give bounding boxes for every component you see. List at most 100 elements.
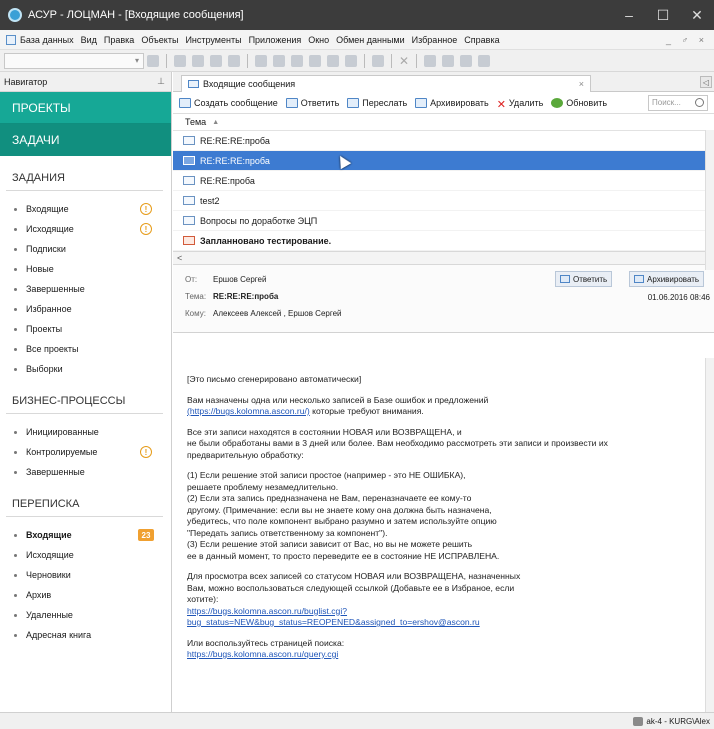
navigator-title: Навигатор — [4, 76, 48, 87]
create-message-button[interactable]: Создать сообщение — [179, 97, 278, 108]
tool-icon[interactable] — [424, 54, 437, 67]
message-row[interactable]: Вопросы по доработке ЭЦП — [173, 211, 714, 231]
envelope-icon — [183, 216, 195, 225]
nav-item-completed[interactable]: Завершенные — [0, 279, 171, 299]
nav-item-label: Входящие — [26, 204, 69, 214]
action-label: Переслать — [362, 97, 408, 108]
pin-icon[interactable]: ⊥ — [157, 76, 165, 87]
menu-item[interactable]: Вид — [81, 35, 97, 45]
menu-item[interactable]: Справка — [464, 35, 499, 45]
minimize-button[interactable]: – — [612, 0, 646, 30]
scroll-left-icon[interactable]: < — [177, 253, 182, 263]
nav-item-inbox[interactable]: Входящие 23 — [0, 525, 171, 545]
from-label: От: — [185, 275, 198, 284]
nav-item-deleted[interactable]: Удаленные — [0, 605, 171, 625]
menu-item[interactable]: База данных — [20, 35, 74, 45]
tool-icon[interactable] — [291, 54, 303, 67]
tool-icon[interactable] — [174, 54, 186, 67]
query-link[interactable]: https://bugs.kolomna.ascon.ru/query.cgi — [187, 649, 338, 659]
to-line: Кому: Алексеев Алексей , Ершов Сергей — [185, 305, 708, 322]
tool-icon[interactable] — [192, 54, 204, 67]
nav-item-all-projects[interactable]: Все проекты — [0, 339, 171, 359]
reply-button[interactable]: Ответить — [285, 97, 340, 108]
menu-item[interactable]: Избранное — [412, 35, 458, 45]
nav-item-controlled[interactable]: Контролируемые! — [0, 442, 171, 462]
close-tab-icon[interactable]: × — [579, 79, 584, 89]
forward-button[interactable]: Переслать — [347, 97, 408, 108]
header-reply-button[interactable]: Ответить — [555, 271, 613, 287]
maximize-button[interactable]: ☐ — [646, 0, 680, 30]
navigator-panel: Навигатор ⊥ ПРОЕКТЫ ЗАДАЧИ ЗАДАНИЯ Входя… — [0, 72, 172, 712]
buglist-link-params[interactable]: bug_status=NEW&bug_status=REOPENED&assig… — [187, 617, 480, 627]
grid-icon[interactable] — [147, 54, 159, 67]
delete-button[interactable]: ✕ Удалить — [497, 98, 544, 111]
buglist-link[interactable]: https://bugs.kolomna.ascon.ru/buglist.cg… — [187, 606, 347, 616]
search-input[interactable]: Поиск... — [648, 94, 708, 111]
nav-item-archive[interactable]: Архив — [0, 585, 171, 605]
cancel-icon[interactable]: ✕ — [399, 54, 409, 68]
nav-item-incoming[interactable]: Входящие! — [0, 199, 171, 219]
menu-item[interactable]: Приложения — [249, 35, 302, 45]
nav-item-bp-completed[interactable]: Завершенные — [0, 462, 171, 482]
action-label: Создать сообщение — [194, 97, 278, 108]
user-icon — [633, 716, 644, 726]
navigator-header: Навигатор ⊥ — [0, 72, 171, 92]
nav-item-address-book[interactable]: Адресная книга — [0, 625, 171, 645]
action-label: Ответить — [300, 97, 340, 108]
list-vertical-scrollbar[interactable] — [705, 130, 714, 270]
tasks-tile[interactable]: ЗАДАЧИ — [0, 124, 171, 156]
to-label: Кому: — [185, 309, 206, 318]
tool-icon[interactable] — [309, 54, 321, 67]
menu-item[interactable]: Инструменты — [185, 35, 241, 45]
nav-item-initiated[interactable]: Инициированные — [0, 422, 171, 442]
body-vertical-scrollbar[interactable] — [705, 358, 714, 712]
tool-icon[interactable] — [210, 54, 222, 67]
close-button[interactable]: ✕ — [680, 0, 714, 30]
header-archive-button[interactable]: Архивировать — [629, 271, 705, 287]
message-row[interactable]: test2 — [173, 191, 714, 211]
warning-icon: ! — [140, 203, 152, 215]
mdi-controls[interactable]: _ ♂ × — [666, 35, 708, 45]
body-paragraph: Для просмотра всех записей со статусом Н… — [187, 571, 521, 604]
nav-item-favorites[interactable]: Избранное — [0, 299, 171, 319]
tool-icon[interactable] — [442, 54, 455, 67]
sender-name[interactable]: Ершов Сергей — [213, 275, 266, 284]
document-icon — [6, 34, 16, 45]
search-icon[interactable] — [695, 97, 704, 107]
archive-icon — [634, 275, 644, 283]
menu-item[interactable]: Объекты — [141, 35, 178, 45]
arrow-right-icon[interactable] — [478, 54, 491, 67]
horizontal-scrollbar[interactable]: < > — [173, 251, 714, 265]
nav-item-projects[interactable]: Проекты — [0, 319, 171, 339]
section-title-correspondence: ПЕРЕПИСКА — [6, 482, 163, 517]
nav-item-drafts[interactable]: Черновики — [0, 565, 171, 585]
nav-item-label: Исходящие — [26, 224, 74, 234]
nav-item-subscriptions[interactable]: Подписки — [0, 239, 171, 259]
nav-item-outgoing[interactable]: Исходящие! — [0, 219, 171, 239]
refresh-button[interactable]: Обновить — [551, 97, 607, 108]
tool-icon[interactable] — [460, 54, 473, 67]
tab-inbox-messages[interactable]: Входящие сообщения × — [181, 75, 591, 92]
message-row-selected[interactable]: RE:RE:RE:проба — [173, 151, 714, 171]
tool-icon[interactable] — [255, 54, 267, 67]
message-row-flagged[interactable]: Запланновано тестирование. — [173, 231, 714, 251]
menu-item[interactable]: Правка — [104, 35, 134, 45]
message-row[interactable]: RE:RE:RE:проба — [173, 131, 714, 151]
column-header-subject[interactable]: Тема ▲ — [173, 114, 714, 131]
projects-tile[interactable]: ПРОЕКТЫ — [0, 92, 171, 124]
menu-item[interactable]: Обмен данными — [336, 35, 405, 45]
nav-item-new[interactable]: Новые — [0, 259, 171, 279]
tab-nav-button[interactable]: ◁ — [700, 76, 712, 88]
bugs-link[interactable]: (https://bugs.kolomna.ascon.ru/) — [187, 406, 310, 416]
message-row[interactable]: RE:RE:проба — [173, 171, 714, 191]
menu-item[interactable]: Окно — [308, 35, 329, 45]
tool-icon[interactable] — [327, 54, 339, 67]
tool-icon[interactable] — [228, 54, 240, 67]
nav-item-sent[interactable]: Исходящие — [0, 545, 171, 565]
archive-button[interactable]: Архивировать — [415, 97, 489, 108]
tool-icon[interactable] — [345, 54, 357, 67]
toolbar-combo[interactable]: ▾ — [4, 52, 144, 69]
tool-icon[interactable] — [372, 54, 384, 67]
tool-icon[interactable] — [273, 54, 285, 67]
nav-item-selections[interactable]: Выборки — [0, 359, 171, 379]
